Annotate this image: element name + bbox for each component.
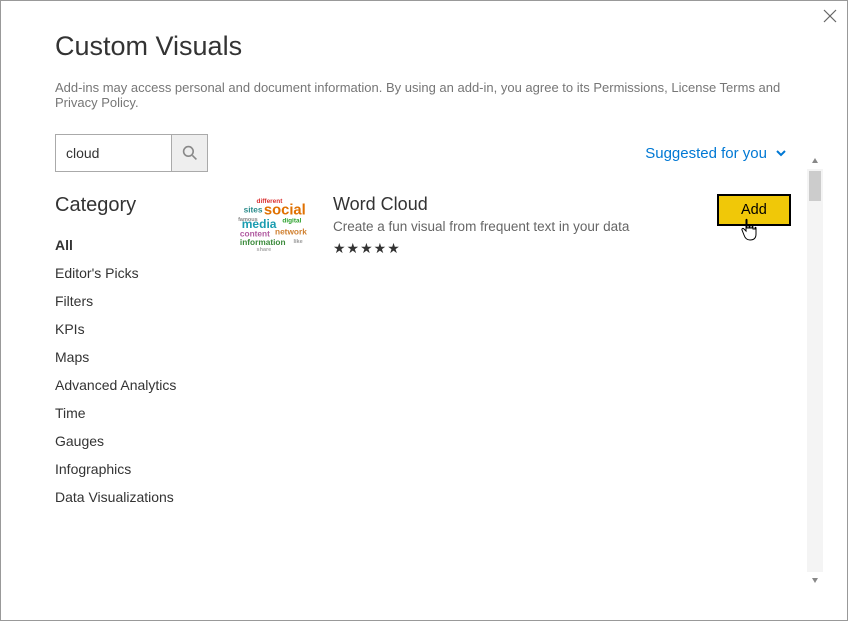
category-item-advanced-analytics[interactable]: Advanced Analytics — [55, 371, 225, 399]
search-input[interactable] — [56, 135, 171, 171]
category-item-infographics[interactable]: Infographics — [55, 455, 225, 483]
svg-text:like: like — [293, 239, 302, 245]
category-header: Category — [55, 194, 225, 217]
svg-text:sites: sites — [244, 204, 263, 214]
add-button[interactable]: Add — [717, 194, 791, 226]
result-thumbnail: differentsitessocialfamousmediadigitalco… — [235, 194, 315, 254]
category-item-kpis[interactable]: KPIs — [55, 315, 225, 343]
svg-text:information: information — [240, 237, 286, 247]
category-item-time[interactable]: Time — [55, 399, 225, 427]
svg-text:network: network — [275, 227, 307, 237]
results-panel: differentsitessocialfamousmediadigitalco… — [235, 194, 807, 511]
scroll-down-arrow-icon[interactable] — [807, 572, 823, 588]
category-list: All Editor's Picks Filters KPIs Maps Adv… — [55, 231, 225, 511]
result-item[interactable]: differentsitessocialfamousmediadigitalco… — [235, 194, 807, 257]
disclaimer-text: Add-ins may access personal and document… — [55, 80, 807, 110]
suggested-for-you-dropdown[interactable]: Suggested for you — [645, 145, 787, 162]
search-icon — [182, 145, 198, 161]
category-sidebar: Category All Editor's Picks Filters KPIs… — [55, 194, 225, 511]
close-icon[interactable] — [823, 9, 837, 28]
category-item-data-visualizations[interactable]: Data Visualizations — [55, 483, 225, 511]
result-description: Create a fun visual from frequent text i… — [333, 219, 699, 234]
category-item-gauges[interactable]: Gauges — [55, 427, 225, 455]
svg-text:digital: digital — [282, 218, 301, 225]
category-item-editors-picks[interactable]: Editor's Picks — [55, 259, 225, 287]
scroll-up-arrow-icon[interactable] — [807, 153, 823, 169]
dialog-title: Custom Visuals — [55, 31, 807, 62]
result-title: Word Cloud — [333, 194, 699, 215]
scrollbar[interactable] — [807, 169, 823, 572]
suggested-label: Suggested for you — [645, 145, 767, 162]
search-button[interactable] — [171, 135, 207, 171]
scrollbar-thumb[interactable] — [809, 171, 821, 201]
svg-text:social: social — [264, 202, 306, 218]
svg-text:share: share — [257, 247, 272, 253]
result-rating: ★★★★★ — [333, 240, 699, 257]
search-box — [55, 134, 208, 172]
category-item-all[interactable]: All — [55, 231, 225, 259]
custom-visuals-dialog: Custom Visuals Add-ins may access person… — [0, 0, 848, 621]
controls-row: Suggested for you — [55, 134, 807, 172]
category-item-maps[interactable]: Maps — [55, 343, 225, 371]
chevron-down-icon — [775, 147, 787, 159]
category-item-filters[interactable]: Filters — [55, 287, 225, 315]
result-info: Word Cloud Create a fun visual from freq… — [333, 194, 699, 257]
